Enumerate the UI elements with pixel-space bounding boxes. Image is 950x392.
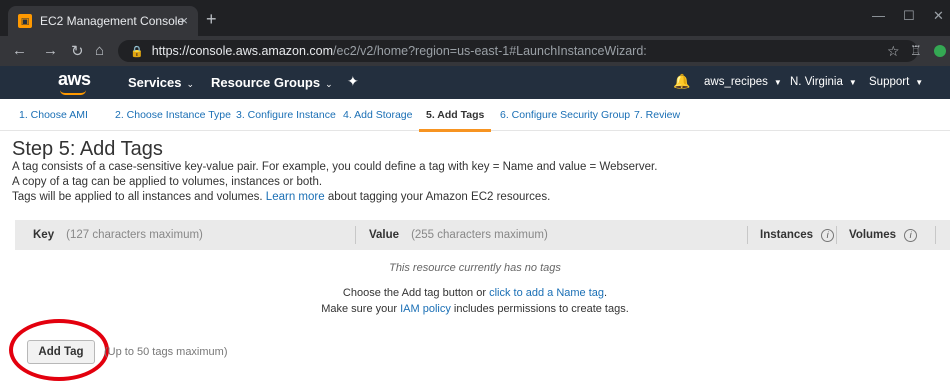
maximize-icon[interactable]: ☐ [903, 8, 915, 24]
description-line-3-post: about tagging your Amazon EC2 resources. [327, 191, 551, 203]
empty-tags-message: This resource currently has no tags [389, 262, 561, 274]
aws-logo-text: aws [58, 69, 91, 89]
back-icon[interactable]: ← [12, 42, 27, 59]
chevron-down-icon: ⌄ [186, 79, 195, 89]
column-divider [836, 226, 837, 244]
add-tag-button[interactable]: Add Tag [27, 340, 95, 364]
home-icon[interactable]: ⌂ [95, 42, 104, 59]
description-line-3: Tags will be applied to all instances an… [12, 191, 550, 203]
account-menu[interactable]: aws_recipes ▼ [704, 76, 782, 88]
column-divider [935, 226, 936, 244]
page-title: Step 5: Add Tags [12, 138, 163, 160]
lock-icon: 🔒 [130, 46, 144, 58]
wizard-steps: 1. Choose AMI 2. Choose Instance Type 3.… [0, 99, 950, 132]
wizard-step-choose-instance-type[interactable]: 2. Choose Instance Type [115, 109, 231, 121]
services-menu[interactable]: Services ⌄ [128, 75, 194, 90]
value-header-hint: (255 characters maximum) [411, 229, 548, 241]
learn-more-link[interactable]: Learn more [266, 191, 325, 203]
profile-extension-icon[interactable] [934, 45, 946, 57]
column-divider [747, 226, 748, 244]
wizard-step-review[interactable]: 7. Review [634, 109, 680, 121]
aws-logo[interactable]: aws [58, 69, 91, 95]
choose-add-tag-text: Choose the Add tag button or click to ad… [0, 287, 950, 299]
make-sure-post-text: includes permissions to create tags. [453, 303, 629, 315]
tab-title: EC2 Management Console [40, 14, 185, 28]
address-bar-row: ← → ↻ ⌂ 🔒 https://console.aws.amazon.com/… [0, 36, 950, 66]
new-tab-icon[interactable]: + [206, 9, 217, 30]
wizard-step-configure-instance[interactable]: 3. Configure Instance [236, 109, 336, 121]
description-line-2: A copy of a tag can be applied to volume… [12, 176, 323, 188]
period-text: . [604, 287, 608, 299]
forward-icon[interactable]: → [43, 42, 58, 59]
tab-close-icon[interactable]: × [180, 13, 188, 28]
key-header-label: Key [33, 229, 55, 241]
caret-down-icon: ▼ [773, 78, 782, 87]
iam-policy-text: Make sure your IAM policy includes permi… [0, 303, 950, 315]
volumes-header-label: Volumes [849, 229, 897, 241]
aws-smile-icon [60, 90, 86, 95]
reload-icon[interactable]: ↻ [71, 42, 84, 60]
caret-down-icon: ▼ [915, 78, 924, 87]
info-icon[interactable]: i [904, 229, 918, 242]
services-label: Services [128, 75, 182, 90]
url-field[interactable]: 🔒 https://console.aws.amazon.com/ec2/v2/h… [118, 40, 918, 62]
resource-groups-menu[interactable]: Resource Groups ⌄ [211, 75, 333, 90]
aws-nav-bar: aws Services ⌄ Resource Groups ⌄ ✦ 🔔 aws_r… [0, 66, 950, 99]
bookmark-star-icon[interactable]: ☆ [887, 43, 900, 60]
volumes-column-header: Volumes i [849, 229, 918, 242]
minimize-icon[interactable]: — [872, 8, 885, 23]
wizard-step-configure-security-group[interactable]: 6. Configure Security Group [500, 109, 630, 121]
bell-icon[interactable]: 🔔 [673, 73, 690, 90]
choose-pre-text: Choose the Add tag button or [342, 287, 487, 299]
browser-tab[interactable]: ▣ EC2 Management Console × [8, 6, 198, 36]
value-column-header: Value (255 characters maximum) [369, 229, 548, 241]
browser-tab-bar: ▣ EC2 Management Console × + — ☐ ✕ [0, 0, 950, 36]
resource-groups-label: Resource Groups [211, 75, 321, 90]
instances-header-label: Instances [760, 229, 814, 241]
wizard-step-add-storage[interactable]: 4. Add Storage [343, 109, 412, 121]
key-column-header: Key (127 characters maximum) [33, 229, 203, 241]
url-path: /ec2/v2/home?region=us-east-1#LaunchInst… [333, 44, 647, 58]
iam-policy-link[interactable]: IAM policy [400, 303, 451, 315]
description-line-3-pre: Tags will be applied to all instances an… [12, 191, 263, 203]
caret-down-icon: ▼ [848, 78, 857, 87]
aws-favicon-icon: ▣ [18, 14, 32, 28]
extension-icon[interactable]: ♖ [910, 43, 922, 59]
wizard-step-add-tags[interactable]: 5. Add Tags [418, 109, 492, 132]
chevron-down-icon: ⌄ [325, 79, 333, 89]
add-name-tag-link[interactable]: click to add a Name tag [489, 287, 604, 299]
column-divider [355, 226, 356, 244]
wizard-step-choose-ami[interactable]: 1. Choose AMI [19, 109, 88, 121]
info-icon[interactable]: i [821, 229, 835, 242]
key-header-hint: (127 characters maximum) [66, 229, 203, 241]
support-menu[interactable]: Support ▼ [869, 76, 923, 88]
tags-table-header: Key (127 characters maximum) Value (255 ch… [15, 220, 950, 250]
region-menu[interactable]: N. Virginia ▼ [790, 76, 857, 88]
description-line-1: A tag consists of a case-sensitive key-v… [12, 161, 658, 173]
pin-icon[interactable]: ✦ [347, 73, 359, 90]
add-tag-hint: (Up to 50 tags maximum) [104, 346, 228, 358]
instances-column-header: Instances i [760, 229, 835, 242]
region-label: N. Virginia [790, 76, 843, 88]
support-label: Support [869, 76, 910, 88]
close-window-icon[interactable]: ✕ [933, 8, 944, 24]
make-sure-pre-text: Make sure your [321, 303, 398, 315]
url-host: https://console.aws.amazon.com [151, 44, 334, 58]
value-header-label: Value [369, 229, 400, 241]
account-label: aws_recipes [704, 76, 768, 88]
